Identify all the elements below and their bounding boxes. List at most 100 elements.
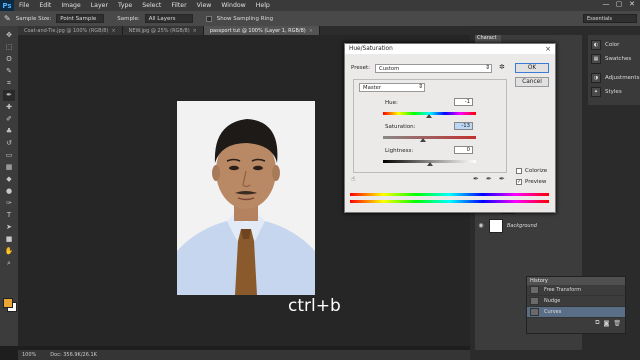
cancel-button[interactable]: Cancel <box>515 77 549 87</box>
healing-brush-tool-icon[interactable]: ✚ <box>3 102 15 113</box>
eye-icon[interactable]: ◉ <box>477 222 485 229</box>
eraser-tool-icon[interactable]: ▭ <box>3 150 15 161</box>
history-step-icon <box>530 297 539 305</box>
menu-image[interactable]: Image <box>56 2 85 9</box>
zoom-tool-icon[interactable]: ⌕ <box>3 258 15 269</box>
history-item[interactable]: Nudge <box>527 296 625 307</box>
color-icon: ◐ <box>591 40 601 50</box>
ok-button[interactable]: OK <box>515 63 549 73</box>
layer-row-background[interactable]: ◉ Background <box>477 217 582 234</box>
panel-dock: ◐ Color ▦ Swatches ◑ Adjustments ✦ Style… <box>588 35 640 105</box>
lightness-input[interactable]: 0 <box>454 146 473 154</box>
eyedropper-tool-button-icon[interactable]: ✒ <box>3 90 15 101</box>
history-item-current[interactable]: Curves <box>527 307 625 318</box>
history-step-icon <box>530 286 539 294</box>
menu-filter[interactable]: Filter <box>166 2 191 9</box>
blur-tool-icon[interactable]: ◆ <box>3 174 15 185</box>
history-brush-tool-icon[interactable]: ↺ <box>3 138 15 149</box>
hue-slider-thumb[interactable] <box>426 114 433 118</box>
dock-swatches[interactable]: ▦ Swatches <box>591 54 631 64</box>
menu-file[interactable]: File <box>14 2 34 9</box>
pen-tool-icon[interactable]: ✑ <box>3 198 15 209</box>
channel-select[interactable]: Master <box>359 83 425 92</box>
dodge-tool-icon[interactable]: ● <box>3 186 15 197</box>
menu-window[interactable]: Window <box>216 2 250 9</box>
lasso-tool-icon[interactable]: ʘ <box>3 54 15 65</box>
workspace-select[interactable]: Essentials <box>583 14 637 23</box>
brush-tool-icon[interactable]: ✐ <box>3 114 15 125</box>
shape-tool-icon[interactable]: ■ <box>3 234 15 245</box>
history-title[interactable]: History <box>527 277 625 285</box>
close-icon[interactable]: × <box>545 44 551 54</box>
history-item-label: Free Transform <box>544 287 582 293</box>
menu-view[interactable]: View <box>192 2 217 9</box>
passport-photo-image[interactable] <box>177 101 315 295</box>
status-bar: 100% Doc: 356.9K/26.1K <box>18 350 470 360</box>
close-icon[interactable]: × <box>309 28 313 34</box>
hand-tool-icon[interactable]: ✋ <box>3 246 15 257</box>
hue-input[interactable]: -1 <box>454 98 473 106</box>
doc-tab-passport-tut[interactable]: passport tut @ 100% (Layer 1, RGB/8) × <box>203 26 320 35</box>
menu-layer[interactable]: Layer <box>86 2 113 9</box>
eyedropper-icon[interactable]: ✒ <box>473 175 479 183</box>
foreground-color-swatch[interactable] <box>3 298 13 308</box>
menu-edit[interactable]: Edit <box>34 2 56 9</box>
saturation-slider-thumb[interactable] <box>420 138 427 142</box>
gear-icon[interactable]: ✲ <box>499 63 505 71</box>
targeted-adjustment-hand-icon[interactable]: ☝ <box>351 175 355 183</box>
sample-size-label: Sample Size: <box>15 15 52 22</box>
gradient-tool-icon[interactable]: ▦ <box>3 162 15 173</box>
doc-tab-label: NEW.jpg @ 25% (RGB/8) <box>128 27 190 34</box>
doc-tab-new[interactable]: NEW.jpg @ 25% (RGB/8) × <box>122 26 204 35</box>
eyedropper-plus-icon[interactable]: ✒ <box>486 175 492 183</box>
sample-size-select[interactable]: Point Sample <box>56 14 105 23</box>
dock-styles[interactable]: ✦ Styles <box>591 87 622 97</box>
zoom-level[interactable]: 100% <box>22 352 36 358</box>
type-tool-icon[interactable]: T <box>3 210 15 221</box>
dock-color[interactable]: ◐ Color <box>591 40 619 50</box>
quick-select-tool-icon[interactable]: ✎ <box>3 66 15 77</box>
character-tab[interactable]: Charact <box>475 35 501 43</box>
preview-label: Preview <box>525 179 547 185</box>
preset-label: Preset: <box>351 65 371 71</box>
marquee-tool-icon[interactable]: ⬚ <box>3 42 15 53</box>
menu-select[interactable]: Select <box>137 2 166 9</box>
lightness-slider-thumb[interactable] <box>426 162 433 166</box>
show-sampling-ring-label: Show Sampling Ring <box>216 15 274 22</box>
clone-stamp-tool-icon[interactable]: ♣ <box>3 126 15 137</box>
colorize-checkbox[interactable] <box>516 168 522 174</box>
show-sampling-ring-checkbox[interactable] <box>205 15 212 22</box>
sample-select[interactable]: All Layers <box>144 14 193 23</box>
minimize-button[interactable]: — <box>600 0 612 11</box>
path-select-tool-icon[interactable]: ➤ <box>3 222 15 233</box>
dialog-title-bar[interactable]: Hue/Saturation × <box>345 44 555 54</box>
new-snapshot-icon[interactable]: ⧉ <box>595 319 599 327</box>
crop-tool-icon[interactable]: ⌗ <box>3 78 15 89</box>
doc-tab-coat-and-tie[interactable]: Coat-and-Tie.jpg @ 100% (RGB/8) × <box>18 26 123 35</box>
history-step-icon <box>530 308 539 316</box>
dialog-title: Hue/Saturation <box>349 46 393 52</box>
close-window-button[interactable]: ✕ <box>626 0 638 11</box>
dock-adjustments[interactable]: ◑ Adjustments <box>591 73 639 83</box>
eyedropper-minus-icon[interactable]: ✒ <box>499 175 505 183</box>
saturation-slider-track[interactable] <box>383 136 476 139</box>
history-item-label: Curves <box>544 309 562 315</box>
menu-help[interactable]: Help <box>251 2 275 9</box>
doc-size: Doc: 356.9K/26.1K <box>50 352 97 358</box>
lightness-label: Lightness: <box>385 148 414 154</box>
history-item[interactable]: Free Transform <box>527 285 625 296</box>
adjustments-icon: ◑ <box>591 73 601 83</box>
saturation-input[interactable]: -13 <box>454 122 473 130</box>
menu-type[interactable]: Type <box>113 2 137 9</box>
camera-icon[interactable]: ◙ <box>604 320 610 327</box>
portrait-illustration <box>177 101 315 295</box>
close-icon[interactable]: × <box>111 28 115 34</box>
preset-select[interactable]: Custom <box>375 64 492 73</box>
eyedropper-tool-icon[interactable]: ✎ <box>4 14 11 23</box>
dock-label: Swatches <box>605 56 632 62</box>
move-tool-icon[interactable]: ✥ <box>3 30 15 41</box>
close-icon[interactable]: × <box>193 28 197 34</box>
maximize-button[interactable]: ▢ <box>613 0 625 11</box>
preview-checkbox[interactable]: ✓ <box>516 179 522 185</box>
trash-icon[interactable]: 🗑 <box>613 320 621 327</box>
